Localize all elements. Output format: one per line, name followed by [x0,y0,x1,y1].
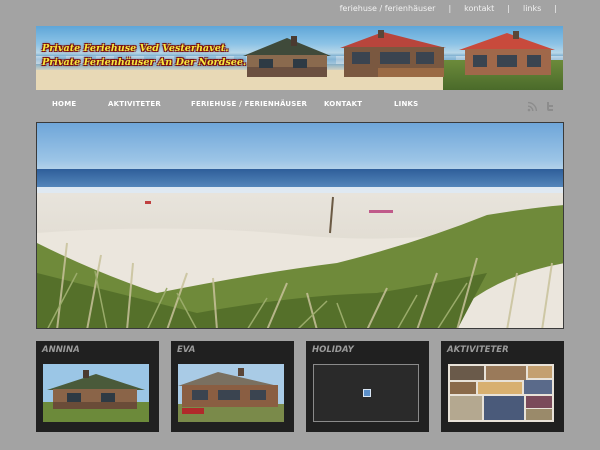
rss-icon[interactable] [527,97,538,112]
banner-title: Private Feriehuse Ved Vesterhavet. Priva… [42,42,246,70]
banner-title-danish: Private Feriehuse Ved Vesterhavet. [42,43,229,54]
box-eva[interactable]: EVA [171,341,294,432]
house-image-2 [340,30,446,77]
house-image-1 [243,36,331,77]
social-icons [527,97,555,112]
nav-links[interactable]: LINKS [394,100,418,108]
nav-feriehuse[interactable]: FERIEHUSE / FERIENHÄUSER [191,100,307,108]
box-holiday[interactable]: HOLIDAY [306,341,429,432]
annina-house-image[interactable] [43,364,149,422]
toplink-kontakt[interactable]: kontakt [464,4,494,13]
box-title: HOLIDAY [312,345,354,355]
box-title: EVA [177,345,196,355]
top-links: feriehuse / ferienhäuser | kontakt | lin… [340,4,570,13]
eva-house-image[interactable] [178,364,284,422]
box-annina[interactable]: ANNINA [36,341,159,432]
header-banner[interactable]: Private Feriehuse Ved Vesterhavet. Priva… [36,26,563,90]
aktiviteter-collage-image[interactable] [448,364,554,422]
nav-aktiviteter[interactable]: AKTIVITETER [108,100,161,108]
box-aktiviteter[interactable]: AKTIVITETER [441,341,564,432]
separator: | [507,4,510,13]
nav-kontakt[interactable]: KONTAKT [324,100,362,108]
twitter-icon[interactable] [544,97,555,111]
nav-home[interactable]: HOME [52,100,76,108]
toplink-links[interactable]: links [523,4,541,13]
holiday-image-placeholder[interactable] [313,364,419,422]
toplink-feriehuse[interactable]: feriehuse / ferienhäuser [340,4,436,13]
separator: | [554,4,557,13]
box-title: AKTIVITETER [447,345,509,355]
broken-image-icon [363,389,371,397]
hero-beach-picture [37,169,563,328]
house-image-3 [459,31,555,75]
breadcrumb [37,112,39,119]
main-nav: HOME AKTIVITETER FERIEHUSE / FERIENHÄUSE… [36,97,563,112]
box-title: ANNINA [42,345,80,355]
hero-image [36,122,564,329]
banner-title-german: Private Ferienhäuser An Der Nordsee. [42,57,247,68]
separator: | [448,4,452,13]
